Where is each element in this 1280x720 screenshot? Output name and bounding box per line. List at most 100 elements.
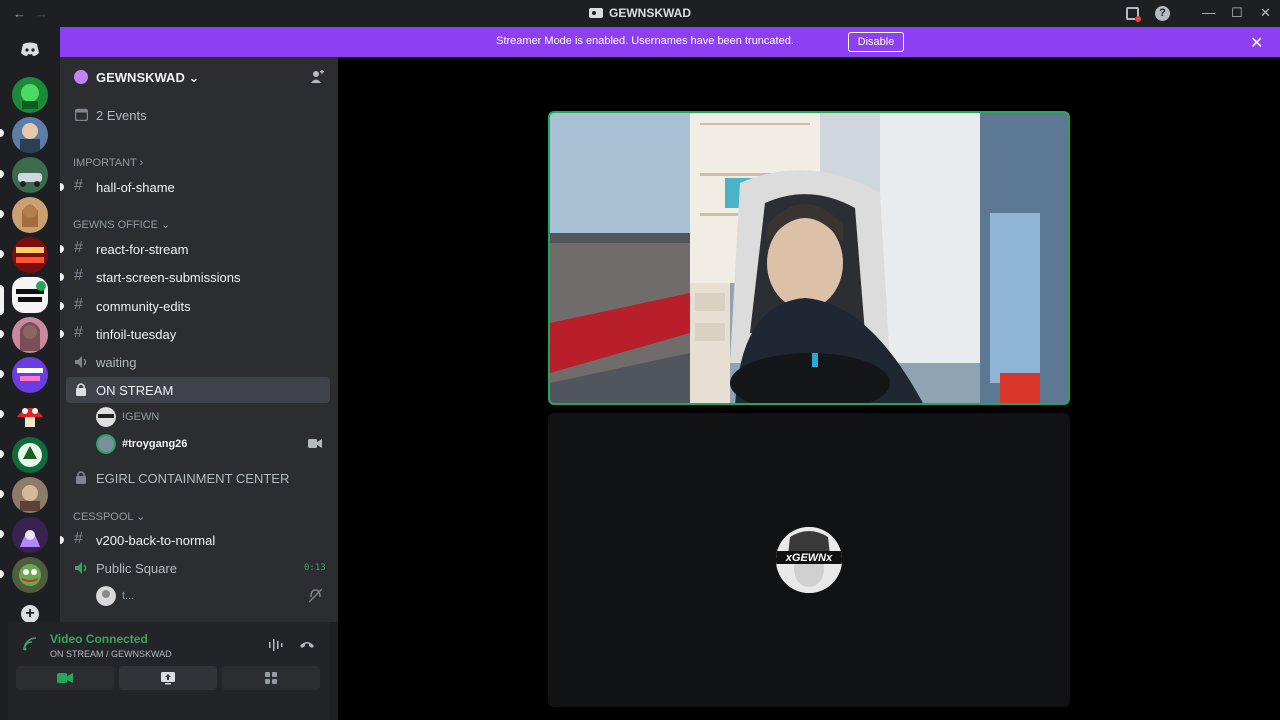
server-icon-inferno[interactable] bbox=[12, 237, 48, 273]
hash-icon: # bbox=[74, 177, 83, 194]
category-cesspool[interactable]: CESSPOOL ⌄ bbox=[73, 510, 145, 523]
window-title: GEWNSKWAD bbox=[0, 6, 1280, 20]
channel-label: EGIRL CONTAINMENT CENTER bbox=[96, 471, 290, 486]
unread-indicator bbox=[60, 273, 64, 281]
server-icon-character[interactable] bbox=[12, 117, 48, 153]
user-avatar-icon bbox=[96, 586, 116, 606]
title-bar: ← → GEWNSKWAD ? — ☐ ✕ bbox=[0, 0, 1280, 27]
guild-icon bbox=[74, 70, 88, 84]
video-tile-speaking[interactable] bbox=[548, 111, 1070, 405]
server-icon-anime[interactable] bbox=[12, 517, 48, 553]
guild-name: GEWNSKWAD ⌄ bbox=[96, 70, 199, 86]
events-item[interactable]: 2 Events bbox=[66, 102, 330, 128]
video-stage: xGEWNx bbox=[338, 57, 1280, 720]
server-unread-pip bbox=[0, 450, 4, 458]
voice-connection-panel: Video Connected ON STREAM / GEWNSKWAD bbox=[8, 622, 330, 720]
server-icon-gewnskwad[interactable] bbox=[12, 277, 48, 313]
minimize-button[interactable]: — bbox=[1202, 5, 1215, 20]
streamer-mode-message: Streamer Mode is enabled. Usernames have… bbox=[496, 35, 794, 47]
server-avatar-icon bbox=[17, 368, 43, 381]
inbox-icon[interactable] bbox=[1126, 7, 1141, 22]
channel-label: hall-of-shame bbox=[96, 180, 175, 195]
channel-community-edits[interactable]: # community-edits bbox=[66, 293, 330, 319]
server-avatar-icon bbox=[16, 247, 44, 263]
add-member-icon[interactable] bbox=[310, 70, 324, 84]
server-unread-pip bbox=[0, 370, 4, 378]
maximize-button[interactable]: ☐ bbox=[1231, 5, 1243, 21]
server-icon-mushroom[interactable] bbox=[12, 397, 48, 433]
user-avatar-icon bbox=[96, 434, 116, 454]
hash-icon: # bbox=[74, 296, 83, 313]
server-unread-pip bbox=[0, 330, 4, 338]
channel-sidebar: GEWNSKWAD ⌄ 2 Events IMPORTANT › # hall-o… bbox=[60, 57, 338, 622]
help-icon[interactable]: ? bbox=[1155, 6, 1170, 21]
server-unread-pip bbox=[0, 129, 4, 137]
signal-icon bbox=[23, 637, 37, 651]
category-gewns-office[interactable]: GEWNS OFFICE ⌄ bbox=[73, 218, 170, 231]
server-avatar-icon bbox=[20, 123, 40, 153]
channel-hall-of-shame[interactable]: # hall-of-shame bbox=[66, 174, 330, 200]
chevron-down-icon: ⌄ bbox=[188, 70, 200, 85]
channel-react-for-stream[interactable]: # react-for-stream bbox=[66, 236, 330, 262]
voice-channel-on-stream[interactable]: ON STREAM bbox=[66, 377, 330, 403]
disable-streamer-mode-button[interactable]: Disable bbox=[848, 32, 904, 52]
server-icon-car[interactable] bbox=[12, 157, 48, 193]
category-important[interactable]: IMPORTANT › bbox=[73, 157, 143, 169]
channel-label: community-edits bbox=[96, 299, 191, 314]
server-icon-andii[interactable] bbox=[12, 357, 48, 393]
close-banner-icon[interactable]: ✕ bbox=[1250, 33, 1263, 53]
server-icon-green[interactable] bbox=[12, 77, 48, 113]
server-unread-pip bbox=[0, 530, 4, 538]
direct-messages-button[interactable] bbox=[12, 31, 48, 67]
window-title-text: GEWNSKWAD bbox=[609, 6, 691, 20]
server-icon-portrait[interactable] bbox=[12, 197, 48, 233]
channel-label: ON STREAM bbox=[96, 383, 174, 398]
camera-icon bbox=[57, 673, 73, 683]
camera-icon bbox=[308, 439, 322, 448]
participant-avatar: xGEWNx bbox=[776, 527, 842, 593]
server-avatar-icon bbox=[17, 408, 43, 427]
streamer-mode-icon bbox=[589, 8, 603, 18]
video-tile-avatar[interactable]: xGEWNx bbox=[548, 413, 1070, 707]
server-avatar-icon bbox=[21, 84, 39, 109]
activities-button[interactable] bbox=[222, 666, 320, 690]
voice-channel-waiting[interactable]: waiting bbox=[66, 349, 330, 375]
voice-channel-public-square[interactable]: Public Square 0:13 bbox=[66, 555, 330, 581]
channel-start-screen-submissions[interactable]: # start-screen-submissions bbox=[66, 264, 330, 290]
server-unread-pip bbox=[0, 210, 4, 218]
channel-label: v200-back-to-normal bbox=[96, 533, 216, 548]
calendar-icon bbox=[75, 108, 88, 121]
guild-header[interactable]: GEWNSKWAD ⌄ bbox=[60, 57, 338, 99]
hash-icon: # bbox=[74, 267, 83, 284]
webcam-video-feed bbox=[550, 113, 1068, 403]
server-avatar-icon bbox=[22, 204, 38, 227]
unread-indicator bbox=[60, 183, 64, 191]
voice-location[interactable]: ON STREAM / GEWNSKWAD bbox=[50, 649, 172, 659]
screen-share-button[interactable] bbox=[119, 666, 217, 690]
hash-icon: # bbox=[74, 239, 83, 256]
channel-label: tinfoil-tuesday bbox=[96, 327, 177, 342]
disconnect-icon[interactable] bbox=[299, 639, 315, 649]
close-window-button[interactable]: ✕ bbox=[1260, 5, 1271, 21]
voice-status[interactable]: Video Connected bbox=[50, 632, 148, 646]
server-avatar-icon bbox=[16, 281, 46, 302]
server-unread-pip bbox=[0, 250, 4, 258]
server-avatar-icon bbox=[20, 322, 40, 351]
channel-tinfoil-tuesday[interactable]: # tinfoil-tuesday bbox=[66, 321, 330, 347]
channel-label: start-screen-submissions bbox=[96, 270, 241, 285]
add-server-button[interactable]: + bbox=[21, 605, 39, 623]
activities-icon bbox=[265, 672, 277, 684]
channel-v200-back-to-normal[interactable]: # v200-back-to-normal bbox=[66, 527, 330, 553]
speaker-icon bbox=[75, 356, 87, 368]
server-icon-woman[interactable] bbox=[12, 317, 48, 353]
camera-toggle-button[interactable] bbox=[16, 666, 114, 690]
unread-indicator bbox=[60, 245, 64, 253]
server-icon-pepe[interactable] bbox=[12, 557, 48, 593]
server-icon-meme[interactable] bbox=[12, 477, 48, 513]
svg-text:xGEWNx: xGEWNx bbox=[785, 552, 833, 564]
server-unread-pip bbox=[0, 170, 4, 178]
server-icon-tree[interactable] bbox=[12, 437, 48, 473]
noise-suppression-icon[interactable] bbox=[268, 638, 286, 652]
voice-channel-egirl-containment[interactable]: EGIRL CONTAINMENT CENTER bbox=[66, 465, 330, 491]
streamer-mode-banner: Streamer Mode is enabled. Usernames have… bbox=[60, 27, 1280, 57]
